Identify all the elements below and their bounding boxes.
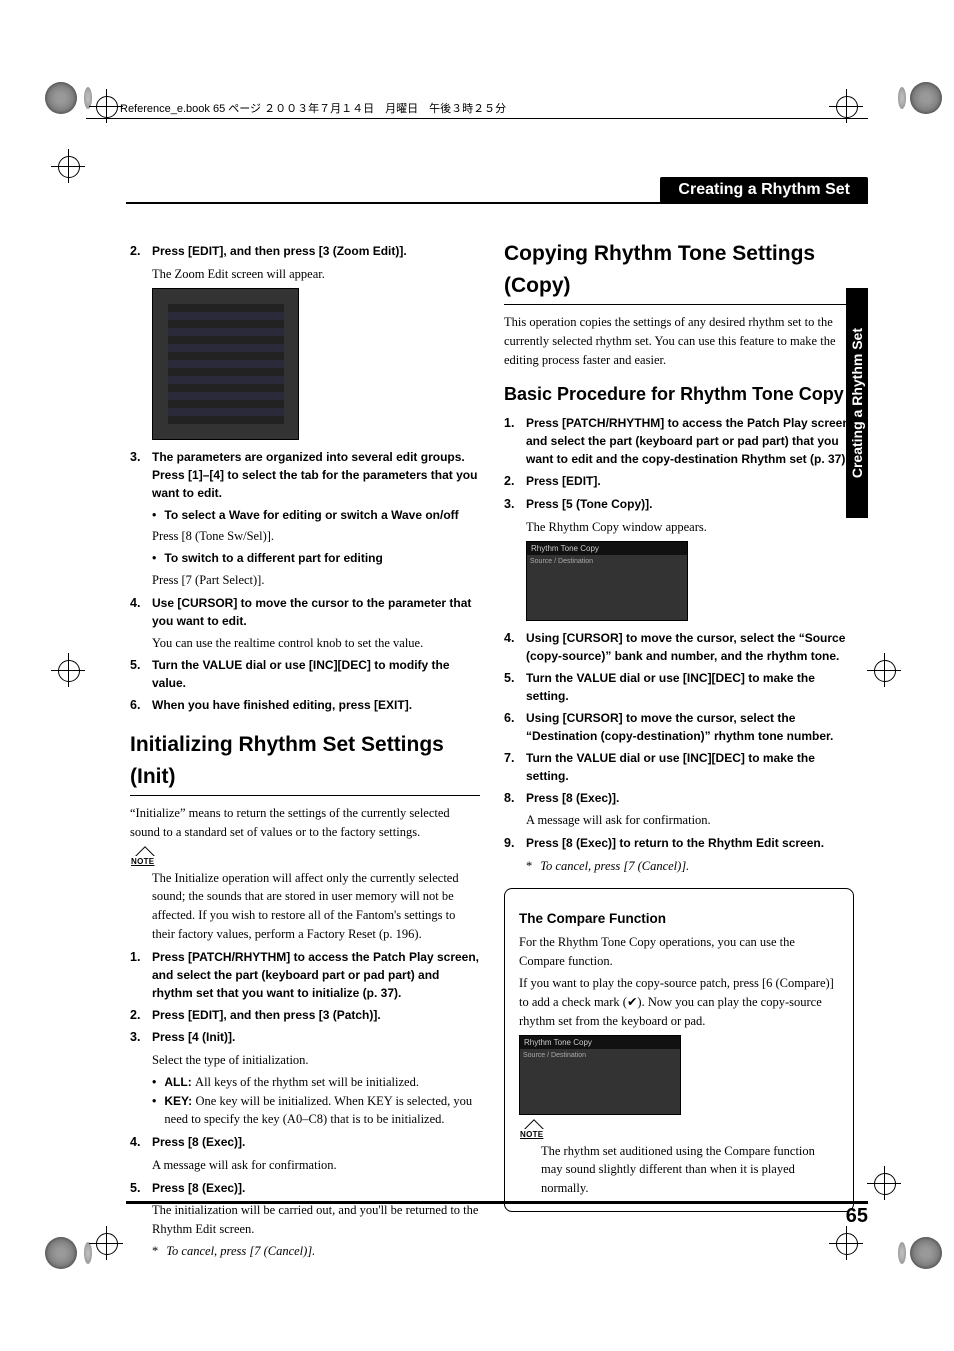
right-column: Copying Rhythm Tone Settings (Copy) This… bbox=[504, 238, 854, 1212]
compare-p2: If you want to play the copy-source patc… bbox=[519, 974, 839, 1030]
step-4-body: You can use the realtime control knob to… bbox=[152, 634, 480, 653]
registration-mark bbox=[96, 96, 118, 118]
copy-intro: This operation copies the settings of an… bbox=[504, 313, 854, 369]
init-step-1: 1.Press [PATCH/RHYTHM] to access the Pat… bbox=[130, 948, 480, 1002]
copy-step-6: 6.Using [CURSOR] to move the cursor, sel… bbox=[504, 709, 854, 745]
pitch-envelope-edit-screenshot bbox=[152, 288, 299, 440]
copy-step-8: 8.Press [8 (Exec)]. bbox=[504, 789, 854, 808]
step-5: 5.Turn the VALUE dial or use [INC][DEC] … bbox=[130, 656, 480, 692]
copy-step-7: 7.Turn the VALUE dial or use [INC][DEC] … bbox=[504, 749, 854, 785]
copy-step-4: 4.Using [CURSOR] to move the cursor, sel… bbox=[504, 629, 854, 665]
book-header-rule bbox=[86, 118, 868, 119]
gear-mark bbox=[898, 87, 906, 109]
copy-step-9: 9. Press [8 (Exec)] to return to the Rhy… bbox=[504, 834, 854, 853]
heading-copying: Copying Rhythm Tone Settings (Copy) bbox=[504, 238, 854, 305]
bullet-wave-select-body: Press [8 (Tone Sw/Sel)]. bbox=[152, 527, 480, 546]
registration-mark bbox=[836, 1233, 858, 1255]
page-header-rule bbox=[126, 202, 868, 204]
gear-mark bbox=[910, 1237, 942, 1269]
step-4: 4.Use [CURSOR] to move the cursor to the… bbox=[130, 594, 480, 630]
registration-mark bbox=[96, 1233, 118, 1255]
init-step-4: 4.Press [8 (Exec)]. bbox=[130, 1133, 480, 1152]
registration-mark bbox=[836, 96, 858, 118]
copy-step-3-body: The Rhythm Copy window appears. bbox=[526, 518, 854, 537]
page-header-text: Creating a Rhythm Set bbox=[678, 181, 850, 199]
bullet-part-switch-body: Press [7 (Part Select)]. bbox=[152, 571, 480, 590]
copy-step-8-body: A message will ask for confirmation. bbox=[526, 811, 854, 830]
registration-mark bbox=[874, 1173, 896, 1195]
note-icon bbox=[519, 1123, 547, 1139]
init-option-all: ALL: All keys of the rhythm set will be … bbox=[152, 1073, 480, 1092]
page-header-bar: Creating a Rhythm Set bbox=[660, 177, 868, 203]
compare-function-box: The Compare Function For the Rhythm Tone… bbox=[504, 888, 854, 1212]
init-step-3: 3.Press [4 (Init)]. bbox=[130, 1028, 480, 1047]
gear-mark bbox=[84, 1242, 92, 1264]
copy-step-5: 5.Turn the VALUE dial or use [INC][DEC] … bbox=[504, 669, 854, 705]
copy-cancel-note: To cancel, press [7 (Cancel)]. bbox=[526, 857, 854, 876]
rhythm-tone-copy-screenshot: Source / Destination bbox=[526, 541, 688, 621]
compare-note: The rhythm set auditioned using the Comp… bbox=[541, 1142, 839, 1198]
page-number: 65 bbox=[846, 1205, 868, 1228]
init-intro: “Initialize” means to return the setting… bbox=[130, 804, 480, 842]
footer-rule bbox=[126, 1201, 868, 1205]
copy-step-2: 2.Press [EDIT]. bbox=[504, 472, 854, 491]
init-step-5: 5.Press [8 (Exec)]. bbox=[130, 1179, 480, 1198]
gear-mark bbox=[45, 82, 77, 114]
step-3: 3.The parameters are organized into seve… bbox=[130, 448, 480, 502]
copy-step-3: 3.Press [5 (Tone Copy)]. bbox=[504, 495, 854, 514]
registration-mark bbox=[58, 660, 80, 682]
step-6: 6.When you have finished editing, press … bbox=[130, 696, 480, 715]
gear-mark bbox=[45, 1237, 77, 1269]
left-column: 2.Press [EDIT], and then press [3 (Zoom … bbox=[130, 238, 480, 1261]
note-icon bbox=[130, 850, 158, 866]
compare-p1: For the Rhythm Tone Copy operations, you… bbox=[519, 933, 839, 971]
init-note: The Initialize operation will affect onl… bbox=[152, 869, 480, 944]
heading-initializing: Initializing Rhythm Set Settings (Init) bbox=[130, 729, 480, 796]
heading-basic-procedure: Basic Procedure for Rhythm Tone Copy bbox=[504, 381, 854, 408]
init-step-4-body: A message will ask for confirmation. bbox=[152, 1156, 480, 1175]
registration-mark bbox=[58, 156, 80, 178]
init-step-3-body: Select the type of initialization. bbox=[152, 1051, 480, 1070]
rhythm-tone-copy-compare-screenshot: Source / Destination bbox=[519, 1035, 681, 1115]
step-2: 2.Press [EDIT], and then press [3 (Zoom … bbox=[130, 242, 480, 261]
gear-mark bbox=[910, 82, 942, 114]
compare-heading: The Compare Function bbox=[519, 909, 839, 929]
bullet-wave-select: To select a Wave for editing or switch a… bbox=[152, 506, 480, 525]
copy-step-1: 1.Press [PATCH/RHYTHM] to access the Pat… bbox=[504, 414, 854, 468]
step-2-body: The Zoom Edit screen will appear. bbox=[152, 265, 480, 284]
init-option-key: KEY: One key will be initialized. When K… bbox=[152, 1092, 480, 1130]
book-header: Reference_e.book 65 ページ ２００３年７月１４日 月曜日 午… bbox=[120, 100, 506, 116]
init-step-2: 2.Press [EDIT], and then press [3 (Patch… bbox=[130, 1006, 480, 1025]
init-step-5-body: The initialization will be carried out, … bbox=[152, 1201, 480, 1239]
bullet-part-switch: To switch to a different part for editin… bbox=[152, 549, 480, 568]
gear-mark bbox=[898, 1242, 906, 1264]
init-cancel-note: To cancel, press [7 (Cancel)]. bbox=[152, 1242, 480, 1261]
checkmark-icon: ✔ bbox=[627, 995, 637, 1009]
registration-mark bbox=[874, 660, 896, 682]
